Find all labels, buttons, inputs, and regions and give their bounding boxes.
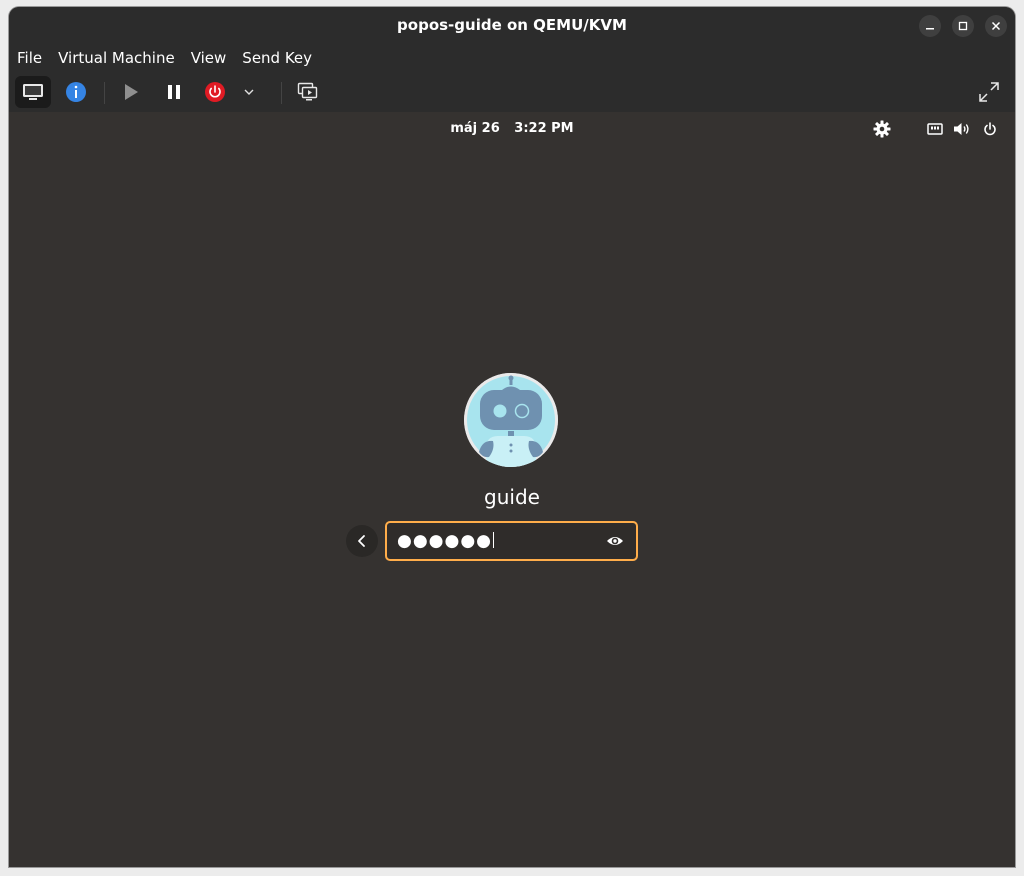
volume-icon: [954, 123, 969, 135]
close-button[interactable]: [985, 15, 1007, 37]
details-button[interactable]: [58, 76, 94, 108]
power-tray-button[interactable]: [981, 120, 999, 138]
console-button[interactable]: [15, 76, 51, 108]
settings-tray-button[interactable]: [873, 120, 891, 138]
eye-icon: [607, 537, 623, 545]
show-password-button[interactable]: [604, 530, 626, 552]
user-avatar: [464, 373, 558, 467]
minimize-icon: [926, 28, 934, 30]
snapshots-button[interactable]: [290, 76, 326, 108]
title-bar[interactable]: popos-guide on QEMU/KVM: [9, 7, 1015, 44]
vm-window: popos-guide on QEMU/KVM File Virtual Mac…: [9, 7, 1015, 867]
pause-button[interactable]: [156, 76, 192, 108]
username-label: guide: [484, 485, 540, 509]
robot-avatar-icon: [464, 373, 558, 467]
back-button[interactable]: [346, 525, 378, 557]
power-icon: [205, 82, 225, 102]
chevron-left-icon: [358, 535, 365, 547]
play-icon: [125, 84, 138, 100]
close-icon: [991, 21, 1001, 31]
shutdown-button[interactable]: [197, 76, 233, 108]
pause-icon: [168, 85, 180, 99]
volume-tray-button[interactable]: [953, 120, 971, 138]
menu-file[interactable]: File: [9, 44, 50, 72]
text-caret: [493, 532, 495, 548]
toolbar: [9, 72, 1015, 112]
guest-screen[interactable]: máj 26 3:22 PM guide ●●●●●●: [9, 112, 1015, 867]
run-button[interactable]: [113, 76, 149, 108]
maximize-icon: [958, 21, 968, 31]
minimize-button[interactable]: [919, 15, 941, 37]
toolbar-separator: [104, 82, 105, 104]
fullscreen-button[interactable]: [971, 76, 1007, 108]
password-field[interactable]: ●●●●●●: [385, 521, 638, 561]
menu-view[interactable]: View: [183, 44, 235, 72]
info-icon: [66, 82, 86, 102]
snapshots-icon: [297, 82, 318, 101]
network-tray-button[interactable]: [926, 120, 944, 138]
menu-send-key[interactable]: Send Key: [234, 44, 320, 72]
network-wired-icon: [927, 123, 943, 135]
toolbar-separator: [281, 82, 282, 104]
menu-virtual-machine[interactable]: Virtual Machine: [50, 44, 183, 72]
clock-date: máj 26: [450, 121, 500, 136]
menu-bar: File Virtual Machine View Send Key: [9, 44, 1015, 72]
clock-time: 3:22 PM: [514, 121, 574, 136]
gear-icon: [873, 120, 891, 138]
password-input[interactable]: ●●●●●●: [397, 531, 604, 551]
console-icon: [23, 84, 43, 100]
power-icon: [984, 122, 996, 136]
window-title: popos-guide on QEMU/KVM: [397, 16, 627, 34]
fullscreen-icon: [979, 82, 999, 102]
clock[interactable]: máj 26 3:22 PM: [9, 120, 1015, 138]
shutdown-menu-button[interactable]: [237, 76, 261, 108]
maximize-button[interactable]: [952, 15, 974, 37]
password-dots: ●●●●●●: [397, 531, 493, 551]
chevron-down-icon: [244, 89, 254, 95]
